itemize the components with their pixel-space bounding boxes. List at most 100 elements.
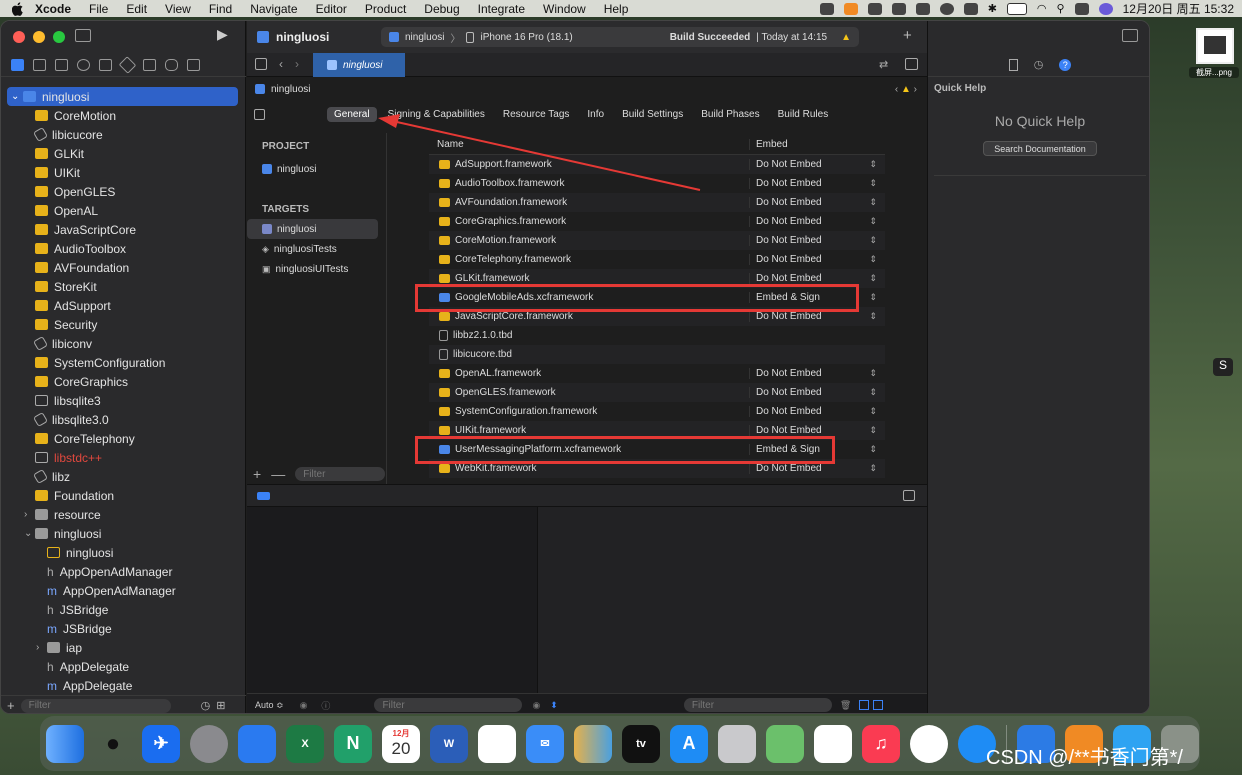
menu-file[interactable]: File: [80, 2, 117, 16]
chrome-icon[interactable]: [910, 724, 948, 763]
bookmark-icon[interactable]: [55, 58, 68, 71]
add-target-icon[interactable]: +: [253, 466, 261, 482]
report-icon[interactable]: [187, 58, 200, 71]
tree-row[interactable]: Foundation: [1, 486, 246, 505]
device-selector[interactable]: iPhone 16 Pro (18.1): [480, 32, 572, 43]
tree-row[interactable]: h AppOpenAdManager: [1, 562, 246, 581]
tree-row[interactable]: SystemConfiguration: [1, 353, 246, 372]
hide-targets-icon[interactable]: [254, 108, 265, 120]
tree-row[interactable]: AudioToolbox: [1, 239, 246, 258]
embed-select[interactable]: Do Not Embed ⇕: [749, 406, 877, 417]
search-icon[interactable]: ⚲: [1057, 2, 1065, 15]
tree-row[interactable]: AVFoundation: [1, 258, 246, 277]
remove-target-icon[interactable]: —: [271, 466, 285, 482]
back-arrow-icon[interactable]: ‹: [279, 57, 283, 71]
embed-select[interactable]: Do Not Embed ⇕: [749, 425, 877, 436]
chevron-right-icon[interactable]: ›: [36, 642, 39, 653]
system-settings-icon[interactable]: [190, 724, 228, 763]
menu-debug[interactable]: Debug: [415, 2, 468, 16]
clock-icon[interactable]: [939, 2, 954, 15]
tree-row[interactable]: m AppDelegate: [1, 676, 246, 695]
updown-chevron-icon[interactable]: ⇕: [869, 387, 877, 398]
menu-find[interactable]: Find: [200, 2, 241, 16]
updown-chevron-icon[interactable]: ⇕: [869, 254, 877, 265]
embed-select[interactable]: Do Not Embed ⇕: [749, 235, 877, 246]
tree-row[interactable]: libz: [1, 467, 246, 486]
updown-chevron-icon[interactable]: ⇕: [869, 444, 877, 455]
updown-chevron-icon[interactable]: ⇕: [869, 292, 877, 303]
updown-chevron-icon[interactable]: ⇕: [869, 216, 877, 227]
sogou-widget-icon[interactable]: S: [1213, 358, 1233, 376]
file-inspector-icon[interactable]: [1008, 58, 1018, 71]
tree-row[interactable]: libsqlite3.0: [1, 410, 246, 429]
tree-row[interactable]: CoreTelephony: [1, 429, 246, 448]
scheme-selector[interactable]: ningluosi: [405, 32, 444, 43]
tree-row[interactable]: Security: [1, 315, 246, 334]
embed-select[interactable]: Do Not Embed ⇕: [749, 197, 877, 208]
tree-row[interactable]: GLKit: [1, 144, 246, 163]
embed-select[interactable]: Do Not Embed ⇕: [749, 216, 877, 227]
calendar-icon[interactable]: 12月 20: [382, 724, 420, 763]
quick-help-icon[interactable]: ?: [1059, 58, 1072, 71]
menu-product[interactable]: Product: [356, 2, 415, 16]
close-button[interactable]: [13, 31, 25, 43]
tree-row-folder[interactable]: ⌄ ningluosi: [1, 524, 246, 543]
debug-icon[interactable]: [143, 58, 156, 71]
tree-row[interactable]: h AppDelegate: [1, 657, 246, 676]
warning-icon[interactable]: ▲: [841, 32, 851, 43]
target-item[interactable]: ◈ ningluosiTests: [247, 239, 386, 259]
add-tab-icon[interactable]: +: [903, 27, 912, 44]
updown-chevron-icon[interactable]: ⇕: [869, 368, 877, 379]
tree-row-missing[interactable]: libstdc++: [1, 448, 246, 467]
find-icon[interactable]: [77, 58, 90, 71]
sidebar-toggle-icon[interactable]: [75, 29, 91, 42]
tree-row[interactable]: StoreKit: [1, 277, 246, 296]
embed-select[interactable]: Do Not Embed ⇕: [749, 159, 877, 170]
appstore-icon[interactable]: A: [670, 724, 708, 763]
search-documentation-button[interactable]: Search Documentation: [983, 141, 1097, 156]
table-row[interactable]: libbz2.1.0.tbd: [429, 326, 885, 345]
left-pane-icon[interactable]: [859, 700, 870, 710]
launchpad-icon[interactable]: [718, 724, 756, 763]
tab-build-rules[interactable]: Build Rules: [771, 107, 836, 122]
breakpoint-icon[interactable]: [165, 58, 178, 71]
feishu-icon[interactable]: ✈: [142, 724, 180, 763]
table-row[interactable]: CoreMotion.framework Do Not Embed ⇕: [429, 231, 885, 250]
input-method-icon[interactable]: [819, 2, 834, 15]
split-editor-icon[interactable]: [905, 58, 918, 70]
zoom-button[interactable]: [53, 31, 65, 43]
console-pane[interactable]: [537, 507, 927, 693]
forward-arrow-icon[interactable]: ›: [295, 57, 299, 71]
scm-filter-icon[interactable]: ⊞: [216, 699, 225, 712]
tree-row[interactable]: OpenAL: [1, 201, 246, 220]
menu-edit[interactable]: Edit: [117, 2, 156, 16]
tree-row-folder[interactable]: › resource: [1, 505, 246, 524]
chevron-down-icon[interactable]: ⌄: [24, 528, 32, 539]
test-icon[interactable]: [118, 55, 137, 74]
minimize-button[interactable]: [33, 31, 45, 43]
table-row[interactable]: CoreTelephony.framework Do Not Embed ⇕: [429, 250, 885, 269]
add-icon[interactable]: +: [7, 698, 15, 713]
navigator-filter[interactable]: Filter: [20, 698, 171, 713]
grid-icon[interactable]: [255, 58, 267, 70]
excel-icon[interactable]: X: [286, 724, 324, 763]
updown-chevron-icon[interactable]: ⇕: [869, 311, 877, 322]
source-control-icon[interactable]: [33, 58, 46, 71]
bluetooth-icon[interactable]: ✱: [988, 2, 997, 15]
column-embed[interactable]: Embed: [749, 139, 859, 150]
target-item[interactable]: ▣ ningluosiUITests: [247, 259, 386, 279]
tree-row[interactable]: AdSupport: [1, 296, 246, 315]
embed-select[interactable]: Do Not Embed ⇕: [749, 387, 877, 398]
inspector-toggle-icon[interactable]: [1122, 29, 1138, 42]
sogou-icon[interactable]: [963, 2, 978, 15]
trash-icon[interactable]: 🗑: [840, 700, 851, 711]
siri-icon[interactable]: [1098, 2, 1113, 15]
upload-icon[interactable]: [915, 2, 930, 15]
finder-icon[interactable]: [46, 724, 84, 763]
appletv-icon[interactable]: tv: [622, 724, 660, 763]
hide-debug-icon[interactable]: [903, 490, 915, 501]
variables-filter[interactable]: Filter: [374, 698, 523, 712]
table-row[interactable]: GoogleMobileAds.xcframework Embed & Sign ⇕: [415, 284, 885, 312]
updown-chevron-icon[interactable]: ⇕: [869, 197, 877, 208]
table-row[interactable]: OpenAL.framework Do Not Embed ⇕: [429, 364, 885, 383]
